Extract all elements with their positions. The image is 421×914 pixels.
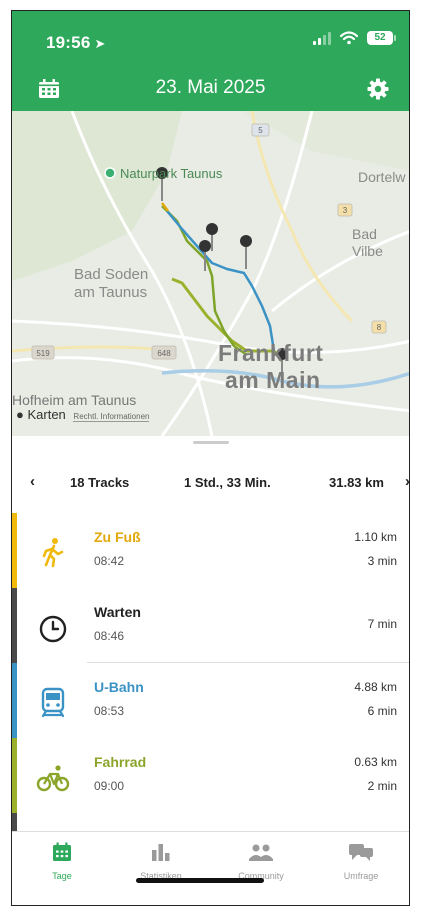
segment-time: 09:00 [94, 779, 125, 793]
segment-distance: 4.88 km [354, 680, 397, 694]
map-label-bad-soden-2: am Taunus [74, 284, 148, 301]
segment-name: Zu Fuß [94, 529, 141, 545]
chat-bubbles-icon [349, 844, 373, 861]
segment-time: 08:53 [94, 704, 125, 718]
bar-chart-icon [152, 844, 170, 861]
map-attribution: ● Karten Rechtl. Informationen [16, 407, 150, 422]
segment-time: 08:42 [94, 554, 125, 568]
segment-color-bar [12, 513, 17, 588]
battery-level: 52 [374, 32, 386, 43]
tab-bar: Tage Statistiken Community Umfrage [12, 831, 409, 905]
segment-row-bike[interactable]: Fahrrad 09:00 0.63 km 2 min [12, 738, 409, 813]
map-label-naturpark: Naturpark Taunus [120, 166, 223, 181]
route-map[interactable]: 5 3 8 519 648 Naturpark Taunus Dortelw B… [12, 111, 409, 436]
prev-day-button[interactable]: ‹ [30, 473, 35, 490]
road-shield-8: 8 [377, 323, 382, 332]
segment-duration: 6 min [367, 704, 397, 718]
segment-name: Fahrrad [94, 754, 147, 770]
segment-name: U-Bahn [94, 679, 144, 695]
segment-distance: 1.10 km [354, 530, 397, 544]
segment-row-walk[interactable]: Zu Fuß 08:42 1.10 km 3 min [12, 513, 409, 588]
summary-duration: 1 Std., 33 Min. [184, 475, 271, 490]
tab-label: Umfrage [343, 871, 379, 881]
apple-logo-icon: ● [16, 407, 24, 422]
road-shield-648: 648 [157, 349, 171, 358]
calendar-icon [53, 842, 71, 861]
tab-statistiken[interactable]: Statistiken [111, 842, 211, 881]
walking-icon [42, 538, 64, 568]
day-summary: ‹ 18 Tracks 1 Std., 33 Min. 31.83 km › [12, 472, 409, 496]
tab-community[interactable]: Community [211, 842, 311, 881]
status-bar: 19:56 ➤ 52 [12, 11, 409, 69]
segment-duration: 2 min [367, 779, 397, 793]
legal-info-link[interactable]: Rechtl. Informationen [73, 412, 150, 422]
segment-row-subway[interactable]: U-Bahn 08:53 4.88 km 6 min [12, 663, 409, 738]
home-indicator[interactable] [136, 878, 264, 883]
segment-color-bar [12, 663, 17, 738]
segment-color-bar [12, 738, 17, 813]
map-label-bad-soden: Bad Soden [74, 266, 149, 283]
road-shield-3: 3 [343, 206, 348, 215]
map-label-frankfurt-2: am Main [225, 367, 321, 393]
summary-distance: 31.83 km [329, 475, 384, 490]
wifi-icon [340, 31, 358, 45]
segment-time: 08:46 [94, 629, 125, 643]
segment-color-bar [12, 813, 17, 833]
segment-duration: 7 min [367, 617, 397, 631]
road-shield-5: 5 [258, 126, 263, 135]
segment-color-bar [12, 588, 17, 663]
page-title[interactable]: 23. Mai 2025 [12, 77, 409, 99]
tab-tage[interactable]: Tage [12, 842, 112, 881]
cellular-signal-icon [313, 31, 331, 45]
subway-icon [41, 687, 65, 718]
status-time-text: 19:56 [46, 33, 91, 52]
segment-duration: 3 min [367, 554, 397, 568]
status-indicators: 52 [313, 31, 396, 45]
road-shield-519: 519 [36, 349, 50, 358]
map-label-bad-vilbel: Bad Vilbe [352, 226, 383, 259]
segment-row-partial [12, 813, 409, 833]
map-label-frankfurt: Frankfurt [218, 340, 324, 366]
map-attribution-text: Karten [27, 407, 66, 422]
segment-distance: 0.63 km [354, 755, 397, 769]
location-arrow-icon: ➤ [94, 36, 106, 51]
next-day-button[interactable]: › [405, 473, 409, 490]
app-header: 23. Mai 2025 [12, 69, 409, 111]
map-background: 5 3 8 519 648 [12, 111, 409, 436]
segment-name: Warten [94, 604, 141, 620]
segment-row-wait[interactable]: Warten 08:46 7 min [12, 588, 409, 663]
people-icon [249, 844, 273, 861]
status-time: 19:56 ➤ [46, 33, 106, 53]
clock-icon [39, 615, 67, 643]
bicycle-icon [36, 765, 70, 792]
gear-icon[interactable] [367, 78, 389, 100]
summary-tracks: 18 Tracks [70, 475, 130, 490]
tab-label: Tage [52, 871, 72, 881]
day-sheet: ‹ 18 Tracks 1 Std., 33 Min. 31.83 km › Z… [12, 436, 409, 833]
battery-icon: 52 [367, 31, 396, 45]
map-label-dortelweil: Dortelw [358, 169, 406, 185]
tab-umfrage[interactable]: Umfrage [311, 842, 409, 881]
drag-handle[interactable] [192, 441, 229, 444]
phone-screen: 19:56 ➤ 52 23. Mai 2025 5 3 8 519 648 Na… [11, 10, 410, 906]
